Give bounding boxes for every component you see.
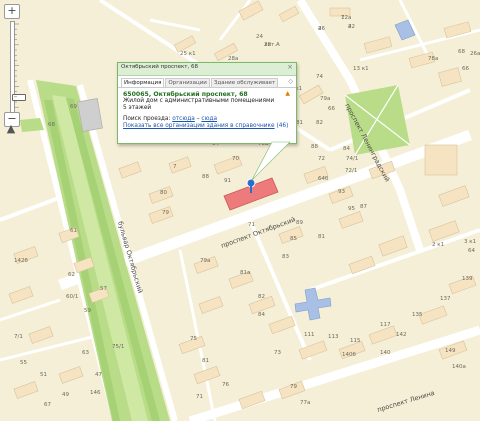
popup-pointer bbox=[251, 141, 291, 181]
